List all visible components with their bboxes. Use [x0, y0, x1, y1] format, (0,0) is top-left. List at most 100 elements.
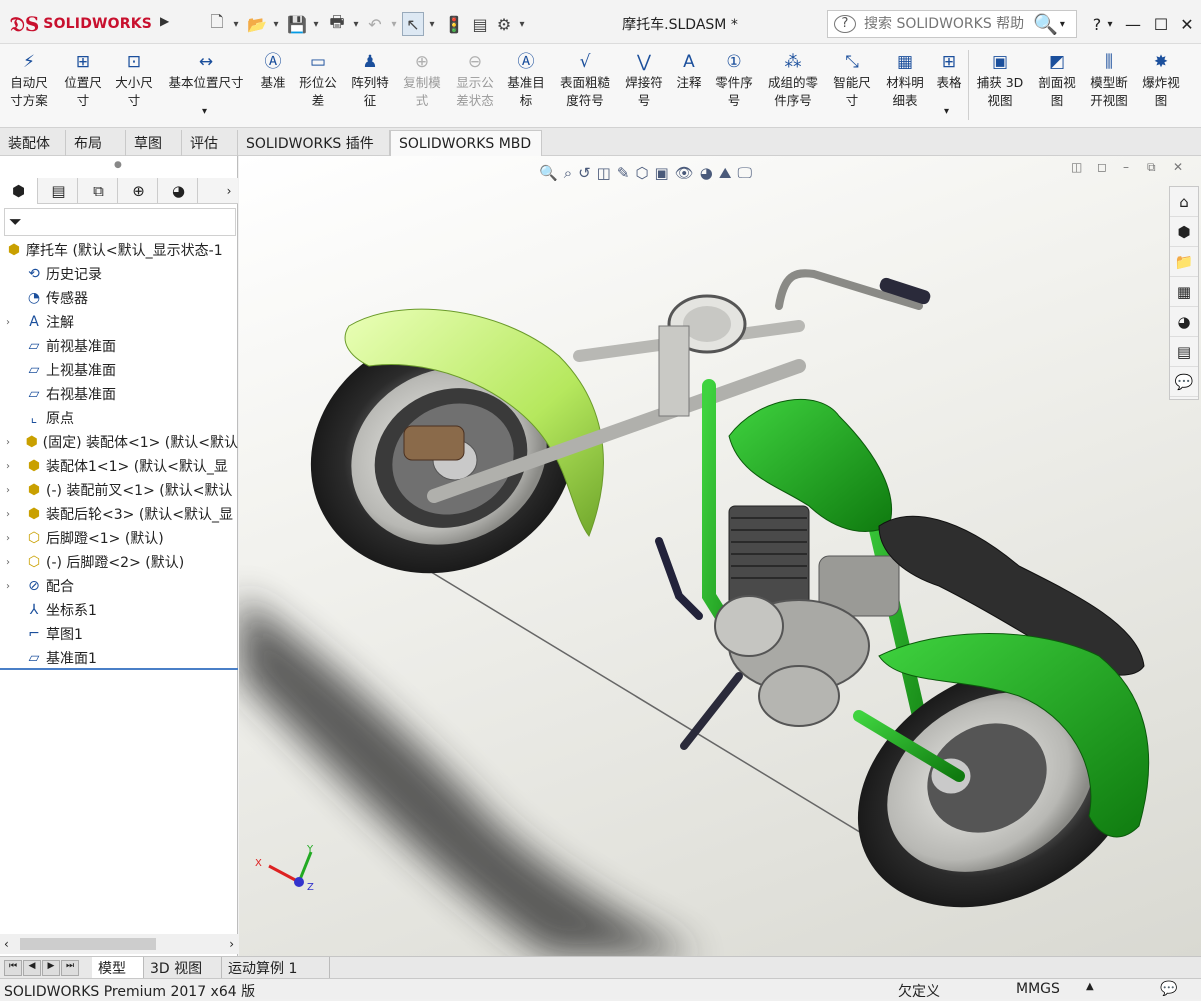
tree-item[interactable]: ▱ 基准面1 — [0, 646, 238, 670]
rollback-bar[interactable] — [0, 668, 238, 670]
cmd-button-geometric-tolerance[interactable]: ▭ 形位公 差 — [294, 50, 342, 124]
appearances-icon[interactable]: ◕ — [1170, 307, 1198, 337]
bottom-tab-0[interactable]: 模型 — [92, 957, 144, 979]
zoom-to-fit-icon[interactable]: 🔍 — [539, 164, 558, 182]
view-settings-icon[interactable]: 🖵 — [737, 164, 751, 182]
minimize-icon[interactable]: — — [1120, 12, 1146, 36]
undo-icon[interactable]: ↶ — [364, 12, 386, 36]
property-manager-tab-icon[interactable]: ▤ — [40, 178, 78, 204]
tree-item[interactable]: ◔ 传感器 — [0, 286, 238, 310]
scroll-right-icon[interactable]: › — [229, 937, 234, 951]
close-icon[interactable]: ✕ — [1174, 12, 1200, 36]
hide-show-items-icon[interactable]: 👁 — [675, 164, 694, 182]
tab-0[interactable]: 装配体 — [0, 130, 66, 156]
scroll-left-icon[interactable]: ‹ — [4, 937, 9, 951]
tab-5[interactable]: SOLIDWORKS MBD — [390, 130, 542, 156]
select-dropdown-icon[interactable]: ▾ — [426, 12, 438, 36]
tab-prev-icon[interactable]: ◀ — [23, 960, 41, 976]
viewport-tile-icon[interactable]: ◫ — [1071, 160, 1082, 174]
quick-tips-icon[interactable]: 💬 — [1160, 981, 1177, 997]
tab-3[interactable]: 评估 — [182, 130, 238, 156]
cmd-button-datum-target[interactable]: Ⓐ 基准目 标 — [502, 50, 550, 124]
units-dropdown-icon[interactable]: ▲ — [1086, 981, 1094, 992]
custom-properties-icon[interactable]: ▤ — [1170, 337, 1198, 367]
file-properties-icon[interactable]: ▤ — [470, 12, 490, 36]
maximize-icon[interactable]: ☐ — [1148, 12, 1174, 36]
scroll-thumb[interactable] — [20, 938, 156, 950]
tree-item[interactable]: › ⬡ (-) 后脚蹬<2> (默认) — [0, 550, 238, 574]
search-input[interactable] — [864, 16, 1029, 32]
viewport-maximize-icon[interactable]: ⧉ — [1147, 160, 1156, 175]
tab-first-icon[interactable]: ⏮ — [4, 960, 22, 976]
viewport-restore-icon[interactable]: ◻ — [1097, 160, 1107, 174]
expand-arrow-icon[interactable]: › — [6, 485, 16, 496]
display-manager-tab-icon[interactable]: ◕ — [160, 178, 198, 204]
solidworks-resources-icon[interactable]: ⌂ — [1170, 187, 1198, 217]
select-cursor-icon[interactable]: ↖ — [402, 12, 424, 36]
section-view-icon[interactable]: ◫ — [597, 164, 611, 182]
basic-location-dropdown-icon[interactable]: ▾ — [202, 106, 207, 117]
tab-2[interactable]: 草图 — [126, 130, 182, 156]
cmd-button-section-view[interactable]: ◩ 剖面视 图 — [1032, 50, 1082, 124]
tree-item[interactable]: ▱ 右视基准面 — [0, 382, 238, 406]
view-orientation-icon[interactable]: ⬡ — [635, 164, 648, 182]
cmd-button-note[interactable]: A 注释 — [670, 50, 708, 124]
save-dropdown-icon[interactable]: ▾ — [310, 12, 322, 36]
options-dropdown-icon[interactable]: ▾ — [516, 12, 528, 36]
tree-item[interactable]: ▱ 上视基准面 — [0, 358, 238, 382]
dimxpert-manager-tab-icon[interactable]: ⊕ — [120, 178, 158, 204]
open-icon[interactable]: 📂 — [246, 12, 268, 36]
cmd-button-exploded-view[interactable]: ✸ 爆炸视 图 — [1136, 50, 1186, 124]
tree-root-assembly[interactable]: ⬢ 摩托车 (默认<默认_显示状态-1 — [0, 238, 238, 262]
cmd-button-capture-3d-view[interactable]: ▣ 捕获 3D 视图 — [972, 50, 1028, 124]
view-palette-icon[interactable]: ▦ — [1170, 277, 1198, 307]
tree-item[interactable]: › ⊘ 配合 — [0, 574, 238, 598]
cmd-button-datum[interactable]: Ⓐ 基准 — [254, 50, 292, 124]
dynamic-annotation-icon[interactable]: ✎ — [617, 164, 630, 182]
search-icon[interactable]: 🔍 — [1033, 12, 1058, 36]
forum-icon[interactable]: 💬 — [1170, 367, 1198, 397]
cmd-button-size-dimension[interactable]: ⊡ 大小尺 寸 — [110, 50, 158, 124]
tree-item[interactable]: › A 注解 — [0, 310, 238, 334]
cmd-button-surface-finish[interactable]: √ 表面粗糙 度符号 — [554, 50, 616, 124]
search-dropdown-icon[interactable]: ▾ — [1060, 19, 1065, 30]
cmd-button-copy-scheme[interactable]: ⊕ 复制模 式 — [398, 50, 446, 124]
cmd-button-balloon[interactable]: ① 零件序 号 — [710, 50, 758, 124]
tree-item[interactable]: ⟲ 历史记录 — [0, 262, 238, 286]
cmd-button-show-tolerance-status[interactable]: ⊖ 显示公 差状态 — [450, 50, 500, 124]
menu-expand-icon[interactable]: ▶ — [160, 14, 169, 28]
cmd-button-auto-dimension[interactable]: ⚡ 自动尺 寸方案 — [4, 50, 54, 124]
cmd-button-location-dimension[interactable]: ⊞ 位置尺 寸 — [58, 50, 108, 124]
expand-arrow-icon[interactable]: › — [6, 533, 16, 544]
units-selector[interactable]: MMGS — [1016, 981, 1060, 997]
solidworks-logo[interactable]: 𝔇S SOLIDWORKS — [10, 8, 155, 40]
tab-4[interactable]: SOLIDWORKS 插件 — [238, 130, 390, 156]
tree-item[interactable]: ⅄ 坐标系1 — [0, 598, 238, 622]
new-dropdown-icon[interactable]: ▾ — [230, 12, 242, 36]
tree-item[interactable]: › ⬢ 装配后轮<3> (默认<默认_显 — [0, 502, 238, 526]
feature-manager-tab-icon[interactable]: ⬢ — [0, 178, 38, 204]
expand-arrow-icon[interactable]: › — [6, 317, 16, 328]
help-dropdown-icon[interactable]: ▾ — [1104, 12, 1116, 36]
options-gear-icon[interactable]: ⚙ — [494, 12, 514, 36]
help-search-box[interactable]: ? 🔍 ▾ — [827, 10, 1077, 38]
design-library-icon[interactable]: ⬢ — [1170, 217, 1198, 247]
tree-item[interactable]: ⌞ 原点 — [0, 406, 238, 430]
display-style-icon[interactable]: ▣ — [655, 164, 669, 182]
viewport-close-icon[interactable]: ✕ — [1173, 160, 1183, 174]
file-explorer-icon[interactable]: 📁 — [1170, 247, 1198, 277]
viewport-minimize-icon[interactable]: – — [1123, 160, 1129, 174]
cmd-button-bom[interactable]: ▦ 材料明 细表 — [880, 50, 930, 124]
bottom-tab-1[interactable]: 3D 视图 — [144, 957, 222, 979]
new-document-icon[interactable]: 🗋 — [206, 12, 228, 36]
print-dropdown-icon[interactable]: ▾ — [350, 12, 362, 36]
tree-item[interactable]: › ⬢ 装配体1<1> (默认<默认_显 — [0, 454, 238, 478]
tree-horizontal-scrollbar[interactable]: ‹ › — [0, 934, 238, 954]
cmd-button-smart-dimension[interactable]: ⤡ 智能尺 寸 — [828, 50, 876, 124]
expand-arrow-icon[interactable]: › — [6, 557, 16, 568]
cmd-button-pattern-feature[interactable]: ♟ 阵列特 征 — [346, 50, 394, 124]
expand-arrow-icon[interactable]: › — [6, 437, 15, 448]
expand-arrow-icon[interactable]: › — [6, 461, 16, 472]
apply-scene-icon[interactable]: ⛰ — [719, 164, 732, 182]
tree-item[interactable]: › ⬢ (-) 装配前叉<1> (默认<默认 — [0, 478, 238, 502]
